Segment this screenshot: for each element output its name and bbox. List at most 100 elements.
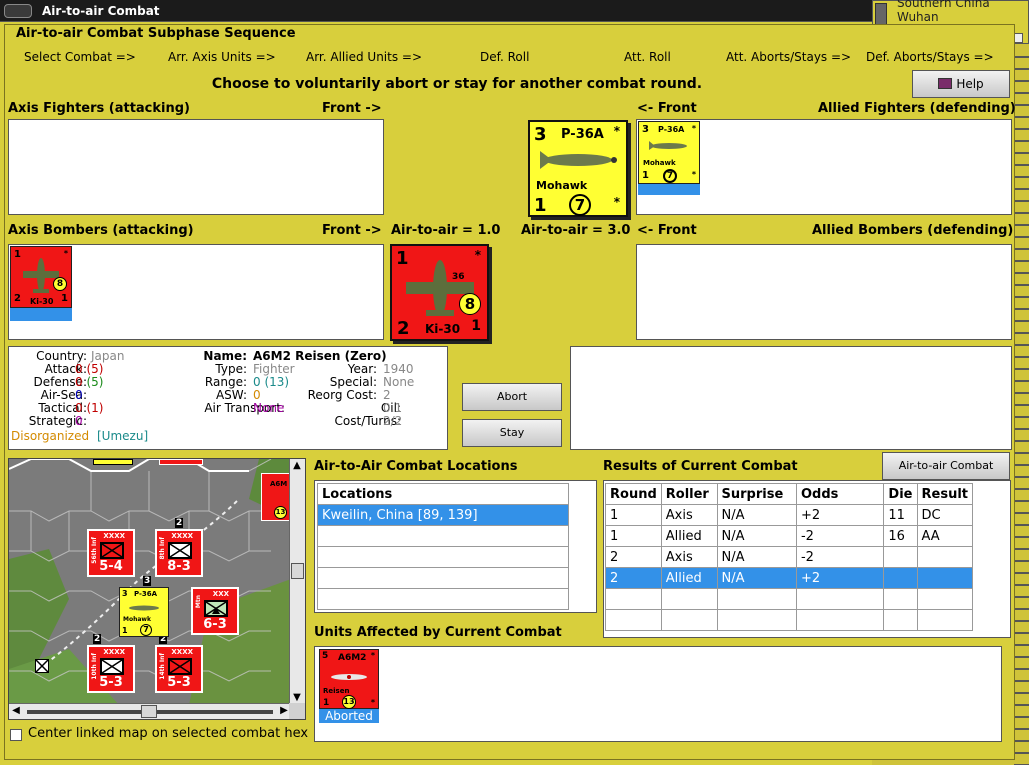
air-combat-chart-button[interactable]: Air-to-air Combat Chart xyxy=(882,452,1010,498)
airfield-icon xyxy=(35,659,49,673)
cell xyxy=(795,609,885,631)
location-row[interactable] xyxy=(317,588,569,610)
locations-title: Air-to-Air Combat Locations xyxy=(314,459,518,474)
phase-step-arr-axis: Arr. Axis Units => xyxy=(168,50,276,64)
counter-circle-value: 7 xyxy=(663,169,677,183)
right-edge-decoration xyxy=(1014,46,1029,765)
special-value: None xyxy=(383,375,415,389)
affected-unit-counter[interactable]: 5 A6M2 * Reisen 1 13 * xyxy=(319,649,379,709)
reorg-key: Reorg Cost: xyxy=(307,388,377,402)
results-header-surprise: Surprise xyxy=(716,483,797,505)
country-key: Country: xyxy=(36,349,87,363)
type-key: Type: xyxy=(215,362,247,376)
locations-list[interactable]: Locations Kweilin, China [89, 139] xyxy=(314,480,597,613)
big-counter-circle: 7 xyxy=(569,194,591,216)
big-counter-label: Mohawk xyxy=(536,179,588,192)
phase-step-arr-allied: Arr. Allied Units => xyxy=(306,50,423,64)
affected-title: Units Affected by Current Combat xyxy=(314,625,562,640)
map-edge-circle: 13 xyxy=(274,506,287,519)
map-edge-air-counter[interactable]: A6M 13 xyxy=(261,473,291,521)
map-p36-bottom: 1 xyxy=(122,626,128,635)
big-counter-top: 3 xyxy=(534,124,547,145)
results-header-die: Die xyxy=(883,483,918,505)
center-map-checkbox[interactable] xyxy=(10,729,22,741)
locations-header: Locations xyxy=(317,483,569,505)
unit-notes-box xyxy=(570,346,1012,450)
cell xyxy=(916,567,973,589)
linked-map[interactable]: 56th Inf XXXX 5-4 8th Inf XXXX 8-3 Mtn X… xyxy=(8,458,306,720)
map-unit-14th[interactable]: 14th Inf XXXX 5-3 xyxy=(155,645,203,693)
allied-bombers-box[interactable] xyxy=(636,244,1012,340)
allied-bombers-front-label: <- Front xyxy=(637,223,697,238)
tactical-value: 0 (1) xyxy=(75,401,103,415)
results-row-selected[interactable]: 2 Allied N/A +2 xyxy=(605,567,973,589)
map-edge-label: A6M xyxy=(270,480,288,488)
results-row[interactable] xyxy=(605,609,973,631)
map-unit-size: XXX xyxy=(212,590,229,598)
asw-key: ASW: xyxy=(215,388,247,402)
big-axis-counter[interactable]: 1 * 36 8 2 Ki-30 1 xyxy=(390,244,489,341)
instruction-prompt: Choose to voluntarily abort or stay for … xyxy=(211,76,703,92)
map-unit-size: XXXX xyxy=(171,532,193,540)
attack-value-2: (5) xyxy=(86,362,104,376)
airsea-value: 0 xyxy=(75,388,83,402)
allied-fighters-box[interactable]: 3 P-36A * Mohawk 1 7 * xyxy=(636,119,1012,215)
results-row[interactable]: 2 Axis N/A -2 xyxy=(605,546,973,568)
horizontal-scroll-thumb[interactable] xyxy=(141,705,157,718)
help-button[interactable]: Help xyxy=(912,70,1010,98)
stay-button[interactable]: Stay xyxy=(462,419,562,447)
cell: -2 xyxy=(795,546,885,568)
range-value: 0 (13) xyxy=(253,375,289,389)
affected-units-box[interactable]: 5 A6M2 * Reisen 1 13 * Aborted xyxy=(314,646,1002,742)
map-unit-side: 8th Inf xyxy=(159,537,166,560)
axis-bomber-counter[interactable]: 1 * 8 2 Ki-30 1 xyxy=(10,246,72,308)
vertical-scroll-thumb[interactable] xyxy=(291,563,304,579)
map-unit-strength: 8-3 xyxy=(167,559,191,574)
abort-button[interactable]: Abort xyxy=(462,383,562,411)
map-unit-mountain[interactable]: Mtn XXX 6-3 xyxy=(191,587,239,635)
scroll-up-arrow[interactable]: ▲ xyxy=(290,459,304,473)
location-row[interactable] xyxy=(317,546,569,568)
defense-value-1: 0 xyxy=(75,375,83,389)
map-p36-name: P-36A xyxy=(134,590,158,598)
cell xyxy=(883,588,918,610)
defense-value: 0 (5) xyxy=(75,375,103,389)
allied-fighter-counter[interactable]: 3 P-36A * Mohawk 1 7 * xyxy=(638,121,700,184)
results-row[interactable]: 1 Axis N/A +2 11 DC xyxy=(605,504,973,526)
a6m2-plane-icon xyxy=(331,674,367,680)
air-to-air-axis-label: Air-to-air = 1.0 xyxy=(391,223,501,238)
window-menu-icon[interactable] xyxy=(4,4,32,18)
cell: +2 xyxy=(795,504,885,526)
window-title: Air-to-air Combat xyxy=(42,4,160,18)
map-horizontal-scrollbar[interactable]: ◀ ▶ xyxy=(9,703,291,719)
window-titlebar: Air-to-air Combat xyxy=(0,0,872,22)
counter-name: P-36A xyxy=(658,125,685,134)
results-row[interactable] xyxy=(605,588,973,610)
map-vertical-scrollbar[interactable]: ▲ ▼ xyxy=(289,459,305,705)
location-row[interactable]: Kweilin, China [89, 139] xyxy=(317,504,569,526)
axis-fighters-label: Axis Fighters (attacking) xyxy=(8,101,190,116)
map-p36-counter[interactable]: 3 P-36A Mohawk 1 7 xyxy=(119,587,169,637)
type-value: Fighter xyxy=(253,362,295,376)
affected-unit-corner-2: * xyxy=(370,698,375,707)
axis-bombers-box[interactable]: 1 * 8 2 Ki-30 1 xyxy=(8,244,384,340)
map-unit-8th[interactable]: 8th Inf XXXX 8-3 xyxy=(155,529,203,577)
cell: Allied xyxy=(660,525,718,547)
location-row[interactable] xyxy=(317,567,569,589)
axis-fighters-box[interactable] xyxy=(8,119,384,215)
location-cell xyxy=(317,588,569,610)
results-row[interactable]: 1 Allied N/A -2 16 AA xyxy=(605,525,973,547)
map-unit-size: XXXX xyxy=(103,648,125,656)
range-value-2: (13) xyxy=(264,375,290,389)
map-unit-56th[interactable]: 56th Inf XXXX 5-4 xyxy=(87,529,135,577)
map-unit-side: Mtn xyxy=(195,595,202,609)
allied-bombers-label: Allied Bombers (defending) xyxy=(812,223,1014,238)
location-row[interactable] xyxy=(317,525,569,547)
cell xyxy=(605,609,662,631)
counter-bottom-value: 1 xyxy=(642,170,649,181)
scroll-left-arrow[interactable]: ◀ xyxy=(9,704,23,718)
map-unit-10th[interactable]: 10th Inf XXXX 5-3 xyxy=(87,645,135,693)
map-offscreen-counter[interactable] xyxy=(93,459,133,465)
map-offscreen-counter-2[interactable] xyxy=(159,459,203,465)
big-allied-counter[interactable]: 3 P-36A * Mohawk 1 7 * xyxy=(528,120,628,217)
